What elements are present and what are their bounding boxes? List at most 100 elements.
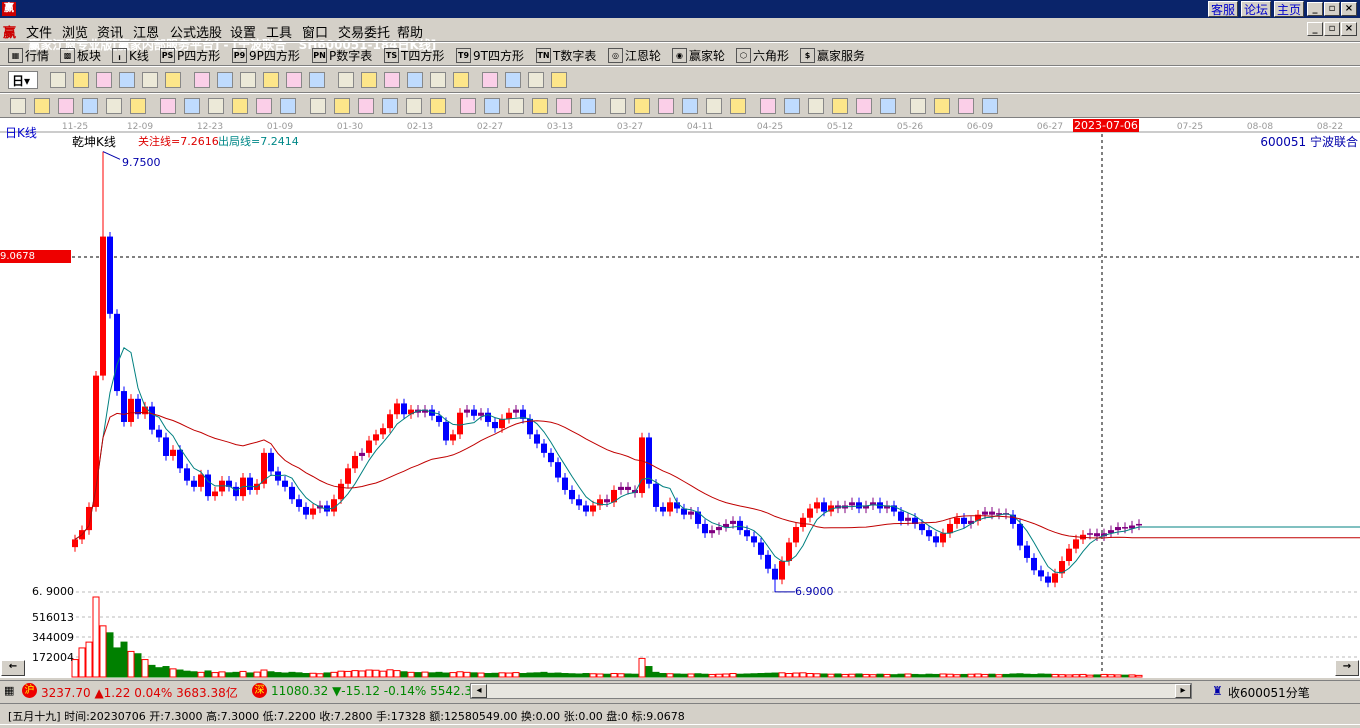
menu-file[interactable]: 文件 bbox=[26, 22, 52, 41]
drawing-tool-25-icon[interactable] bbox=[634, 98, 650, 114]
drawing-tool-19-icon[interactable] bbox=[484, 98, 500, 114]
menu-trade[interactable]: 交易委托 bbox=[338, 22, 390, 41]
menu-tools[interactable]: 工具 bbox=[266, 22, 292, 41]
period-select[interactable]: 日▾ bbox=[8, 71, 38, 89]
drawing-tool-11-icon[interactable] bbox=[280, 98, 296, 114]
chart-tool-17-icon[interactable] bbox=[453, 72, 469, 88]
drawing-tool-12-icon[interactable] bbox=[310, 98, 326, 114]
child-restore-button[interactable]: ▫ bbox=[1324, 22, 1340, 36]
toolbar-button-quote-table[interactable]: ▦ 行情 bbox=[8, 47, 49, 64]
toolbar-button-t-number-table[interactable]: TN T数字表 bbox=[536, 47, 596, 64]
chart-tool-21-icon[interactable] bbox=[551, 72, 567, 88]
menu-help[interactable]: 帮助 bbox=[397, 22, 423, 41]
drawing-tool-37-icon[interactable] bbox=[934, 98, 950, 114]
homepage-link[interactable]: 主页 bbox=[1274, 1, 1305, 17]
drawing-tool-14-icon[interactable] bbox=[358, 98, 374, 114]
drawing-tool-16-icon[interactable] bbox=[406, 98, 422, 114]
drawing-tool-17-icon[interactable] bbox=[430, 98, 446, 114]
chart-tool-1-icon[interactable] bbox=[73, 72, 89, 88]
drawing-tool-13-icon[interactable] bbox=[334, 98, 350, 114]
drawing-tool-20-icon[interactable] bbox=[508, 98, 524, 114]
chart-tool-13-icon[interactable] bbox=[361, 72, 377, 88]
drawing-tool-5-icon[interactable] bbox=[130, 98, 146, 114]
drawing-tool-35-icon[interactable] bbox=[880, 98, 896, 114]
toolbar-button-t-square[interactable]: TS T四方形 bbox=[384, 47, 444, 64]
menu-gann[interactable]: 江恩 bbox=[133, 22, 159, 41]
chart-tool-12-icon[interactable] bbox=[338, 72, 354, 88]
scroll-right-button[interactable]: → bbox=[1335, 660, 1359, 676]
chart-tool-20-icon[interactable] bbox=[528, 72, 544, 88]
drawing-tool-24-icon[interactable] bbox=[610, 98, 626, 114]
menu-browse[interactable]: 浏览 bbox=[62, 22, 88, 41]
calculator-icon[interactable]: ▦ bbox=[4, 684, 14, 697]
toolbar-button-p-square[interactable]: PS P四方形 bbox=[160, 47, 220, 64]
menu-settings[interactable]: 设置 bbox=[230, 22, 256, 41]
toolbar-button-hexagon[interactable]: ⬡ 六角形 bbox=[736, 47, 789, 64]
chart-tool-19-icon[interactable] bbox=[505, 72, 521, 88]
drawing-tool-15-icon[interactable] bbox=[382, 98, 398, 114]
drawing-tool-34-icon[interactable] bbox=[856, 98, 872, 114]
close-button[interactable]: × bbox=[1341, 2, 1357, 16]
drawing-tool-31-icon[interactable] bbox=[784, 98, 800, 114]
drawing-tool-3-icon[interactable] bbox=[82, 98, 98, 114]
toolbar-button-sector[interactable]: ▩ 板块 bbox=[60, 47, 101, 64]
drawing-tool-30-icon[interactable] bbox=[760, 98, 776, 114]
forum-link[interactable]: 论坛 bbox=[1241, 1, 1272, 17]
drawing-tool-2-icon[interactable] bbox=[58, 98, 74, 114]
chart-tool-2-icon[interactable] bbox=[96, 72, 112, 88]
toolbar-button-winner-wheel[interactable]: ◉ 赢家轮 bbox=[672, 47, 725, 64]
chart-tool-7-icon[interactable] bbox=[217, 72, 233, 88]
drawing-tool-38-icon[interactable] bbox=[958, 98, 974, 114]
chart-tool-18-icon[interactable] bbox=[482, 72, 498, 88]
toolbar-button-p9-square[interactable]: P9 9P四方形 bbox=[232, 47, 300, 64]
toolbar-button-p-number-table[interactable]: PN P数字表 bbox=[312, 47, 372, 64]
drawing-tool-27-icon[interactable] bbox=[682, 98, 698, 114]
chart-tool-3-icon[interactable] bbox=[119, 72, 135, 88]
menu-window[interactable]: 窗口 bbox=[302, 22, 328, 41]
drawing-tool-28-icon[interactable] bbox=[706, 98, 722, 114]
drawing-tool-10-icon[interactable] bbox=[256, 98, 272, 114]
chart-tool-4-icon[interactable] bbox=[142, 72, 158, 88]
drawing-tool-26-icon[interactable] bbox=[658, 98, 674, 114]
chart-canvas[interactable]: 11-25 12-09 12-23 01-09 01-30 02-13 02-27 03-13… bbox=[0, 118, 1360, 678]
drawing-tool-21-icon[interactable] bbox=[532, 98, 548, 114]
menu-news[interactable]: 资讯 bbox=[97, 22, 123, 41]
drawing-tool-32-icon[interactable] bbox=[808, 98, 824, 114]
horizontal-scrollbar[interactable]: ◂ ▸ bbox=[470, 683, 1192, 699]
toolbar-button-t9-square[interactable]: T9 9T四方形 bbox=[456, 47, 524, 64]
drawing-tool-18-icon[interactable] bbox=[460, 98, 476, 114]
chart-tool-16-icon[interactable] bbox=[430, 72, 446, 88]
drawing-tool-0-icon[interactable] bbox=[10, 98, 26, 114]
drawing-tool-33-icon[interactable] bbox=[832, 98, 848, 114]
scrollbar-right-arrow[interactable]: ▸ bbox=[1175, 684, 1191, 698]
chart-tool-9-icon[interactable] bbox=[263, 72, 279, 88]
chart-tool-6-icon[interactable] bbox=[194, 72, 210, 88]
drawing-tool-1-icon[interactable] bbox=[34, 98, 50, 114]
drawing-tool-36-icon[interactable] bbox=[910, 98, 926, 114]
chart-tool-0-icon[interactable] bbox=[50, 72, 66, 88]
drawing-tool-23-icon[interactable] bbox=[580, 98, 596, 114]
drawing-tool-9-icon[interactable] bbox=[232, 98, 248, 114]
kline-chart[interactable]: 11-25 12-09 12-23 01-09 01-30 02-13 02-27 03-13… bbox=[0, 118, 1360, 678]
drawing-tool-6-icon[interactable] bbox=[160, 98, 176, 114]
maximize-button[interactable]: ▫ bbox=[1324, 2, 1340, 16]
drawing-tool-29-icon[interactable] bbox=[730, 98, 746, 114]
drawing-tool-4-icon[interactable] bbox=[106, 98, 122, 114]
chart-tool-15-icon[interactable] bbox=[407, 72, 423, 88]
toolbar-button-gann-wheel[interactable]: ◎ 江恩轮 bbox=[608, 47, 661, 64]
child-minimize-button[interactable]: _ bbox=[1307, 22, 1323, 36]
drawing-tool-7-icon[interactable] bbox=[184, 98, 200, 114]
scrollbar-left-arrow[interactable]: ◂ bbox=[471, 684, 487, 698]
chart-tool-5-icon[interactable] bbox=[165, 72, 181, 88]
menu-formula[interactable]: 公式选股 bbox=[170, 22, 222, 41]
chart-tool-8-icon[interactable] bbox=[240, 72, 256, 88]
toolbar-button-kline[interactable]: ╻ K线 bbox=[112, 47, 149, 64]
chart-tool-14-icon[interactable] bbox=[384, 72, 400, 88]
toolbar-button-dollar[interactable]: $ 赢家服务 bbox=[800, 47, 865, 64]
drawing-tool-39-icon[interactable] bbox=[982, 98, 998, 114]
chart-tool-11-icon[interactable] bbox=[309, 72, 325, 88]
drawing-tool-22-icon[interactable] bbox=[556, 98, 572, 114]
drawing-tool-8-icon[interactable] bbox=[208, 98, 224, 114]
scroll-left-button[interactable]: ← bbox=[1, 660, 25, 676]
minimize-button[interactable]: _ bbox=[1307, 2, 1323, 16]
